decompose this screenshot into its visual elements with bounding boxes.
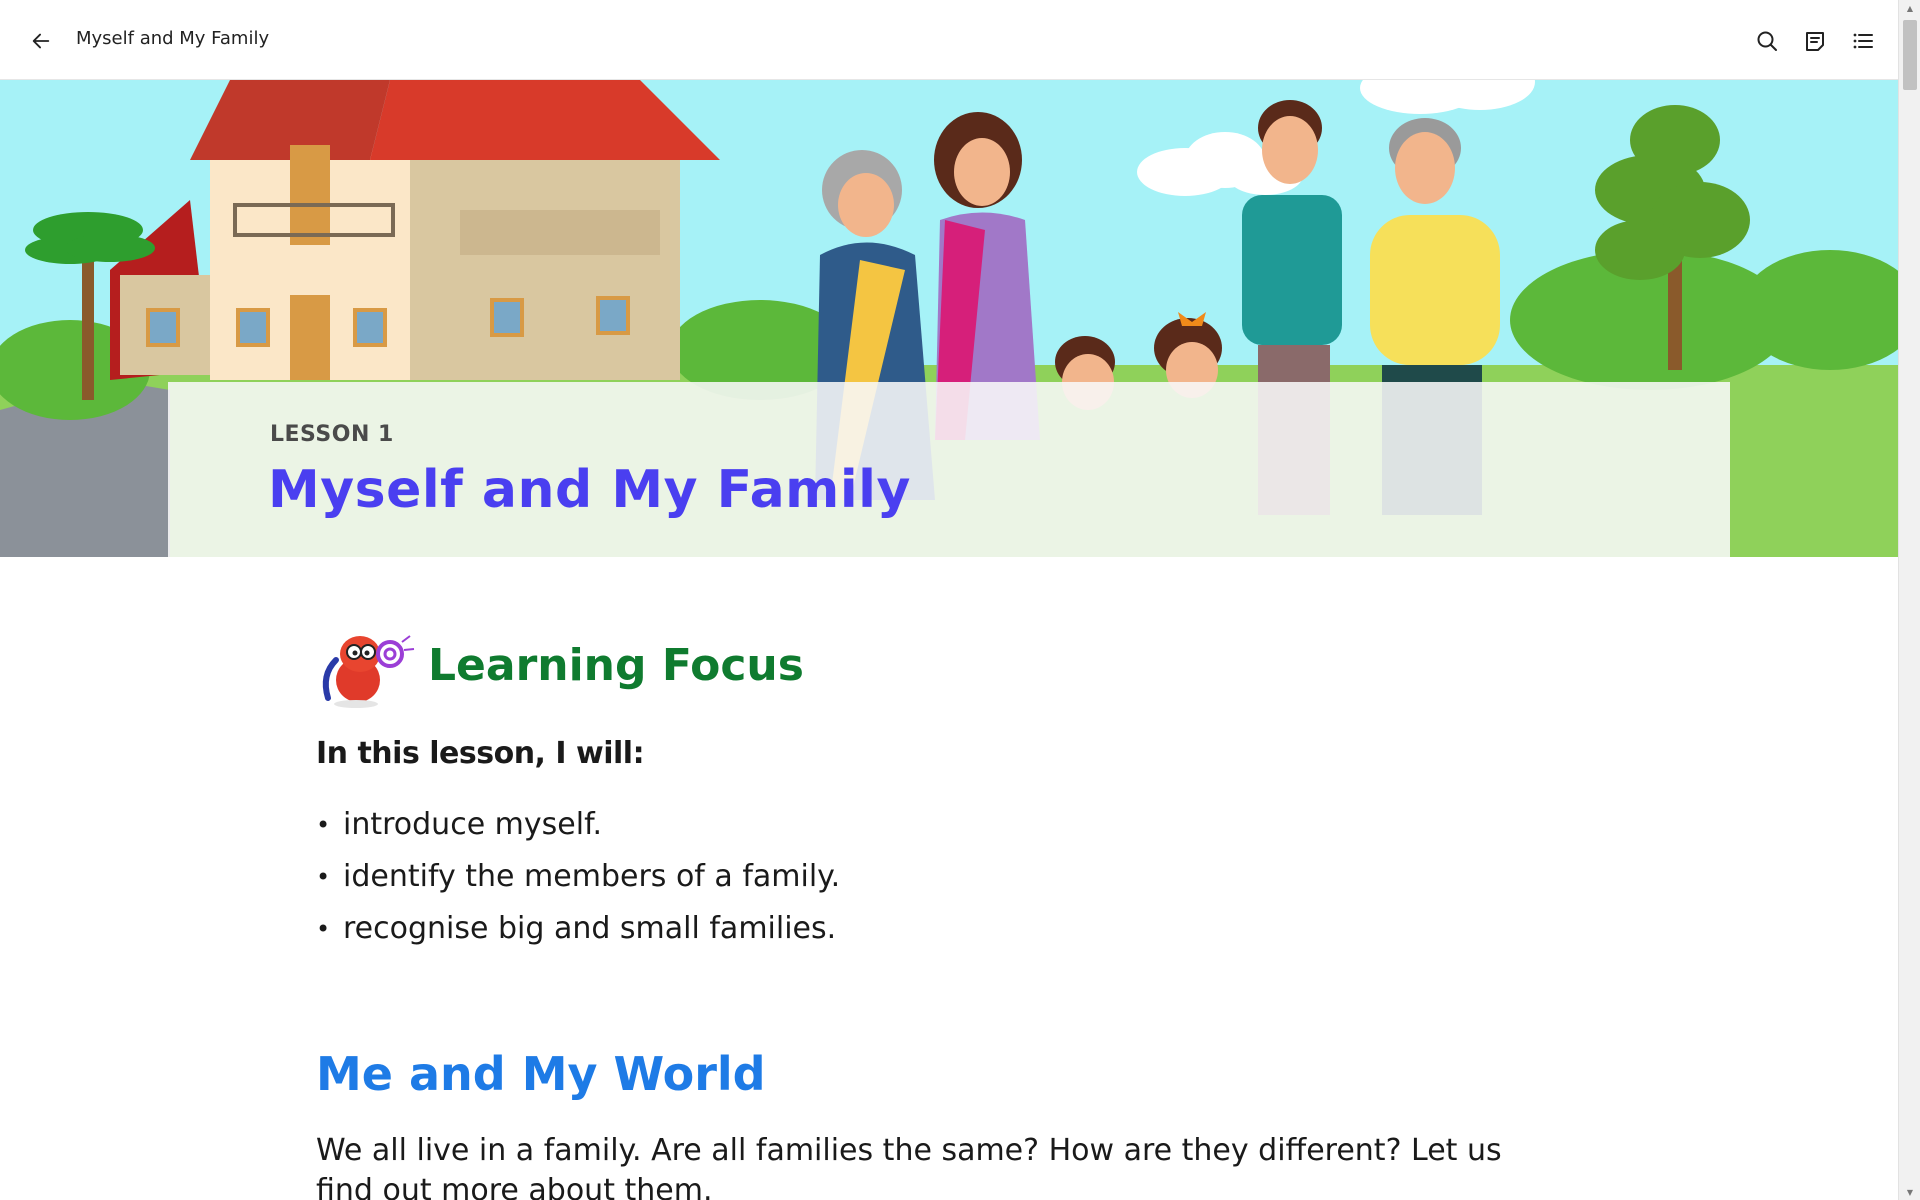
arrow-left-icon	[32, 33, 50, 49]
list-icon	[1853, 33, 1873, 49]
bullet: •	[316, 811, 331, 839]
scroll-down-arrow[interactable]: ▼	[1899, 1184, 1920, 1200]
learning-goals-list: • introduce myself. • identify the membe…	[316, 799, 1556, 955]
scrollbar[interactable]: ▲ ▼	[1898, 0, 1920, 1200]
learning-focus-header: Learning Focus	[316, 620, 1556, 710]
search-button[interactable]	[1752, 26, 1782, 56]
search-icon	[1757, 31, 1777, 51]
section-title: Me and My World	[316, 1047, 766, 1101]
learning-focus-title: Learning Focus	[428, 639, 804, 691]
section-paragraph: We all live in a family. Are all familie…	[316, 1133, 1502, 1200]
bullet: •	[316, 915, 331, 943]
mascot-icon	[322, 635, 415, 708]
top-bar: Myself and My Family	[0, 0, 1898, 80]
scroll-thumb[interactable]	[1903, 20, 1917, 90]
table-of-contents-button[interactable]	[1848, 26, 1878, 56]
lesson-hero-banner: LESSON 1 Myself and My Family	[0, 80, 1898, 557]
back-button[interactable]	[26, 26, 56, 56]
lesson-intro: In this lesson, I will:	[316, 736, 645, 771]
list-item-text: introduce myself.	[343, 807, 602, 842]
notes-button[interactable]	[1800, 26, 1830, 56]
lesson-title: Myself and My Family	[268, 460, 911, 520]
list-item-text: recognise big and small families.	[343, 911, 837, 946]
app-title: Myself and My Family	[76, 28, 270, 49]
list-item: • recognise big and small families.	[316, 903, 1556, 955]
list-item-text: identify the members of a family.	[343, 859, 841, 894]
lesson-title-card: LESSON 1 Myself and My Family	[168, 382, 1730, 557]
lesson-number: LESSON 1	[270, 422, 394, 447]
lesson-content: Learning Focus In this lesson, I will: •…	[316, 620, 1556, 1200]
list-item: • introduce myself.	[316, 799, 1556, 851]
scroll-up-arrow[interactable]: ▲	[1899, 0, 1920, 16]
bullet: •	[316, 863, 331, 891]
notes-icon	[1806, 32, 1824, 51]
list-item: • identify the members of a family.	[316, 851, 1556, 903]
